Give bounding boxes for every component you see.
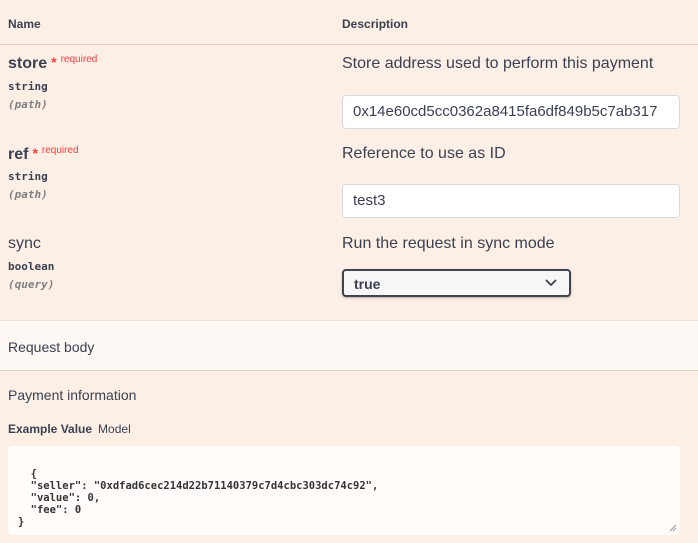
param-description-sync: Run the request in sync mode <box>342 235 555 252</box>
param-in-ref: (path) <box>8 188 48 201</box>
payment-information-title: Payment information <box>8 387 137 403</box>
param-name-store: store * required <box>8 54 97 73</box>
required-label: required <box>41 145 79 156</box>
params-table-header: Name Description <box>0 0 698 45</box>
required-star: * <box>32 145 38 161</box>
tab-model[interactable]: Model <box>98 422 131 436</box>
sync-select-value: true <box>354 276 381 292</box>
sync-select[interactable]: true <box>342 269 571 297</box>
param-type-store: string <box>8 80 48 93</box>
param-type-sync: boolean <box>8 260 55 273</box>
param-name-text: store <box>8 55 48 72</box>
name-column-header: Name <box>8 17 41 31</box>
ref-input[interactable]: test3 <box>342 184 680 218</box>
param-name-text: ref <box>8 146 29 163</box>
tab-example-value[interactable]: Example Value <box>8 422 92 436</box>
request-body-section: Request body <box>0 320 698 371</box>
required-star: * <box>51 54 57 70</box>
request-body-textarea[interactable]: { "seller": "0xdfad6cec214d22b71140379c7… <box>8 446 680 535</box>
store-input[interactable]: 0x14e60cd5cc0362a8415fa6df849b5c7ab317 <box>342 95 680 129</box>
description-column-header: Description <box>342 17 409 31</box>
param-description-store: Store address used to perform this payme… <box>342 55 654 72</box>
request-body-title: Request body <box>8 339 95 355</box>
param-name-sync: sync <box>8 235 41 252</box>
resize-handle-icon[interactable] <box>669 524 677 532</box>
example-model-tabs: Example Value Model <box>8 422 131 436</box>
example-json: { "seller": "0xdfad6cec214d22b71140379c7… <box>18 468 379 528</box>
chevron-down-icon <box>545 279 557 286</box>
param-name-ref: ref * required <box>8 145 79 164</box>
param-description-ref: Reference to use as ID <box>342 145 506 162</box>
required-label: required <box>60 54 98 65</box>
param-in-sync: (query) <box>8 278 55 291</box>
param-in-store: (path) <box>8 98 48 111</box>
param-type-ref: string <box>8 170 48 183</box>
